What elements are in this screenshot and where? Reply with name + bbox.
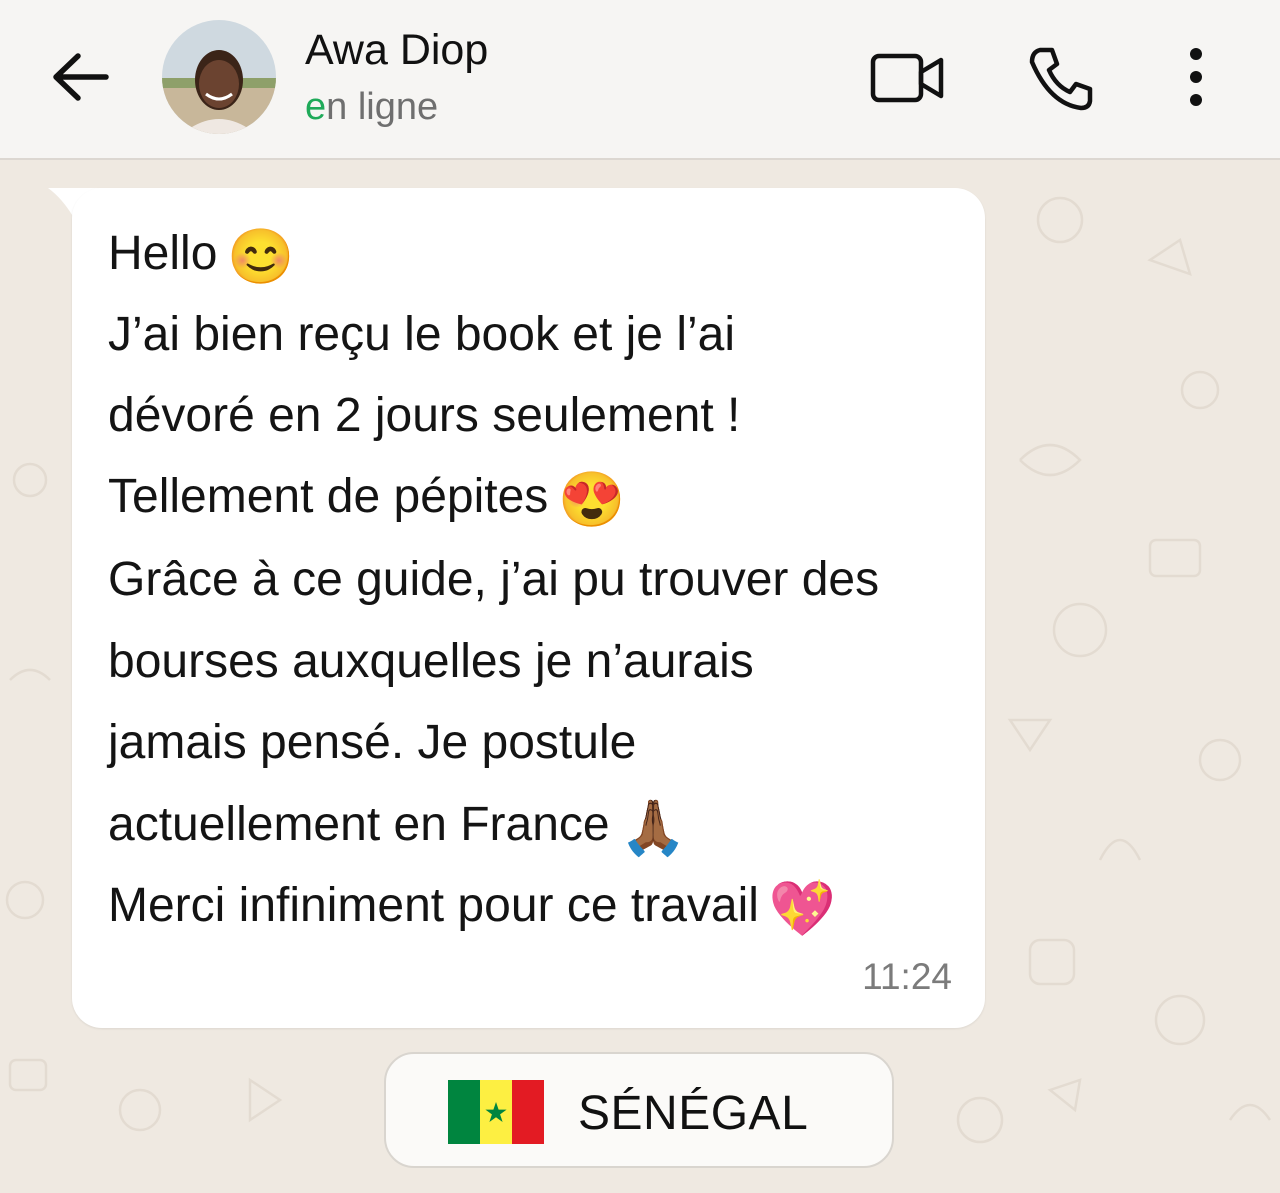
message-line: jamais pensé. Je postule bbox=[108, 716, 637, 769]
contact-status: en ligne bbox=[305, 86, 438, 129]
video-camera-icon bbox=[870, 53, 944, 103]
message-line: Grâce à ce guide, j’ai pu trouver des bbox=[108, 553, 880, 606]
heart-eyes-emoji: 😍 bbox=[558, 470, 626, 530]
folded-hands-emoji: 🙏🏾 bbox=[619, 798, 687, 858]
message-line: Merci infiniment pour ce travail 💖 bbox=[108, 879, 837, 939]
chat-header: Awa Diop en ligne bbox=[0, 0, 1280, 160]
more-options-button[interactable] bbox=[1176, 44, 1216, 114]
more-vertical-icon bbox=[1190, 48, 1202, 106]
status-rest: n ligne bbox=[326, 86, 439, 128]
back-arrow-icon bbox=[53, 53, 109, 101]
message-line: Hello 😊 bbox=[108, 227, 295, 287]
status-prefix: e bbox=[305, 86, 327, 128]
senegal-flag-icon bbox=[448, 1080, 544, 1144]
message-line: Tellement de pépites 😍 bbox=[108, 470, 626, 530]
contact-name[interactable]: Awa Diop bbox=[305, 26, 488, 75]
message-line: dévoré en 2 jours seulement ! bbox=[108, 389, 741, 442]
message-line: J’ai bien reçu le book et je l’ai bbox=[108, 308, 736, 361]
smiling-face-emoji: 😊 bbox=[227, 227, 295, 287]
sparkling-heart-emoji: 💖 bbox=[768, 879, 837, 939]
video-call-button[interactable] bbox=[868, 48, 948, 108]
phone-icon bbox=[1029, 47, 1093, 111]
back-button[interactable] bbox=[48, 44, 114, 110]
country-badge: SÉNÉGAL bbox=[384, 1052, 894, 1168]
country-label: SÉNÉGAL bbox=[578, 1087, 809, 1140]
message-line: actuellement en France 🙏🏾 bbox=[108, 798, 687, 858]
message-line: bourses auxquelles je n’aurais bbox=[108, 635, 754, 688]
voice-call-button[interactable] bbox=[1026, 44, 1096, 114]
avatar[interactable] bbox=[162, 20, 276, 134]
message-timestamp: 11:24 bbox=[862, 956, 952, 997]
